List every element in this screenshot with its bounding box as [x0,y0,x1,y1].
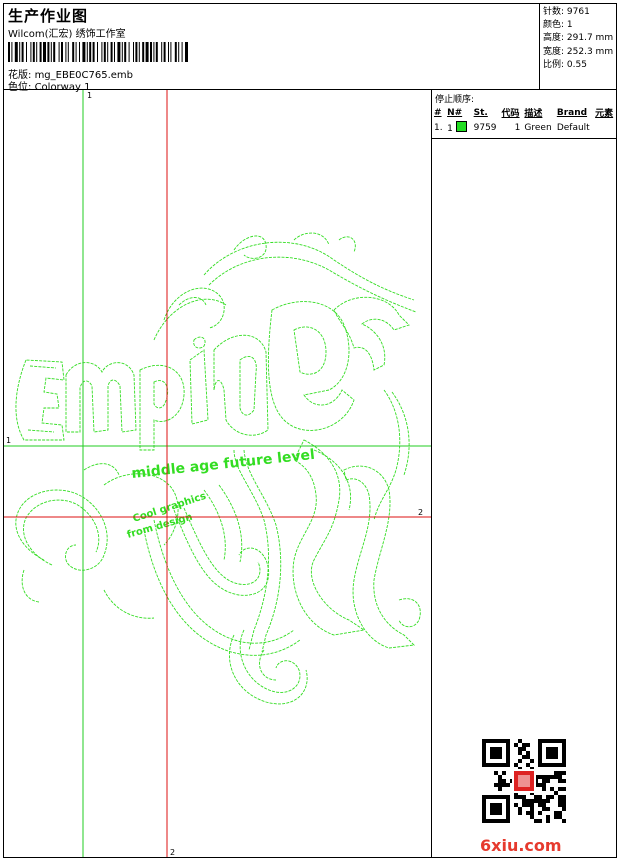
col-stitches: St. [473,107,488,118]
design-canvas: middle age future level Cool graphics fr… [4,90,432,857]
axis-label-h2: 2 [418,508,423,517]
production-sheet: 生产作业图 Wilcom(汇宏) 绣饰工作室 花版: mg_EBE0C765.e… [3,3,617,858]
row-brand: Default [556,122,590,133]
col-element: 元素 [595,109,614,119]
row-number: 1 [445,120,472,135]
axis-label-h1: 1 [6,436,11,445]
site-logo: 6xiu.com [480,836,562,855]
row-element [593,120,616,135]
design-stats: 针数: 9761 颜色: 1 高度: 291.7 mm 宽度: 252.3 mm… [540,4,616,90]
studio-name: Wilcom(汇宏) 绣饰工作室 [8,29,126,40]
col-description: 描述 [524,109,543,119]
qr-code-icon [482,739,566,823]
table-row: 1. 1 9759 1 Green Default [432,120,616,135]
col-brand: Brand [556,107,588,118]
embroidery-preview: middle age future level Cool graphics fr… [4,90,431,857]
stop-sequence-table: # N# St. 代码 描述 Brand 元素 1. 1 9759 1 Gree… [432,105,616,139]
page-title: 生产作业图 [8,7,89,25]
color-swatch-icon [455,121,467,132]
stop-sequence-title: 停止顺序: [435,95,475,105]
sheet-header: 生产作业图 Wilcom(汇宏) 绣饰工作室 花版: mg_EBE0C765.e… [4,4,540,93]
barcode-icon [8,42,188,62]
col-code: 代码 [501,109,520,119]
design-text-primary: middle age future level [131,447,316,482]
stat-width: 宽度: 252.3 mm [543,46,614,57]
row-description: Green [524,122,552,133]
col-number: N# [447,107,463,118]
axis-label-v1: 1 [87,91,92,100]
stat-colors: 颜色: 1 [543,20,573,31]
stop-sequence-header: # N# St. 代码 描述 Brand 元素 [432,105,616,120]
stop-sequence-panel: 停止顺序: # N# St. 代码 描述 Brand 元素 1. 1 9759 [432,90,616,857]
col-index: # [434,107,442,118]
axis-label-v2: 2 [170,848,175,857]
row-index: 1. [434,122,443,133]
row-code: 1 [514,122,521,133]
stat-stitches: 针数: 9761 [543,7,590,17]
stat-scale: 比例: 0.55 [543,59,587,70]
row-stitches: 9759 [473,122,497,133]
stat-height: 高度: 291.7 mm [543,33,614,44]
